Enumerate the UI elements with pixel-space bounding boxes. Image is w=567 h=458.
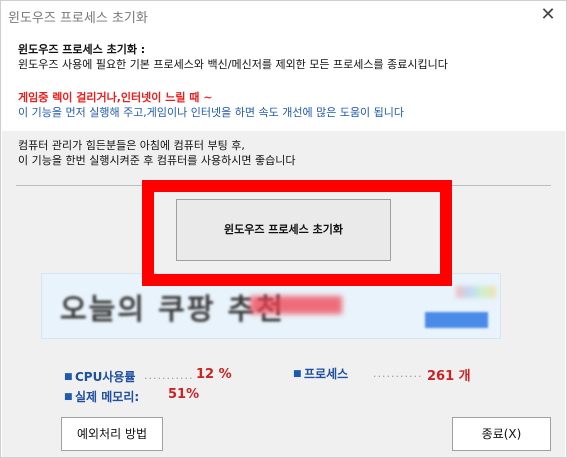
banner-decoration	[456, 286, 496, 298]
cpu-bullet-icon: ■	[64, 372, 73, 382]
cpu-leader-dots: ...........	[144, 369, 194, 382]
cpu-usage-label: CPU사용률	[75, 370, 136, 384]
process-count-value: 261 개	[427, 369, 471, 384]
advice-text: 이 기능을 먼저 실행해 주고,게임이나 인터넷을 하면 속도 개선에 많은 도…	[18, 106, 405, 119]
window-title: 윈도우즈 프로세스 초기화	[8, 11, 148, 26]
title-bar: 윈도우즈 프로세스 초기화 ✕	[1, 1, 566, 31]
exit-button[interactable]: 종료(X)	[452, 417, 551, 451]
close-icon[interactable]: ✕	[538, 5, 558, 25]
memory-bullet-icon: ■	[64, 392, 73, 402]
memory-usage-value: 51%	[168, 387, 200, 402]
process-count-label: 프로세스	[304, 367, 349, 381]
intro-description: 윈도우즈 사용에 필요한 기본 프로세스와 백신/메신저를 제외한 모든 프로세…	[18, 58, 448, 71]
cpu-usage-value: 12 %	[196, 367, 232, 382]
process-reset-window: 윈도우즈 프로세스 초기화 ✕ 윈도우즈 프로세스 초기화 : 윈도우즈 사용에…	[0, 0, 567, 458]
banner-highlight	[250, 296, 342, 314]
memory-usage-label: 실제 메모리:	[75, 390, 140, 404]
warning-text: 게임중 렉이 걸리거나,인터넷이 느릴 때 ~	[18, 91, 213, 104]
banner-button	[425, 312, 488, 328]
reset-processes-button[interactable]: 윈도우즈 프로세스 초기화	[176, 199, 391, 261]
process-leader-dots: ...........	[373, 367, 423, 380]
intro-heading: 윈도우즈 프로세스 초기화 :	[18, 43, 146, 56]
process-bullet-icon: ■	[293, 369, 302, 379]
tip-line-2: 이 기능을 한번 실행시켜준 후 컴퓨터를 사용하시면 좋습니다	[18, 154, 296, 167]
exception-method-button[interactable]: 예외처리 방법	[61, 417, 163, 451]
tip-line-1: 컴퓨터 관리가 힘든분들은 아침에 컴퓨터 부팅 후,	[18, 139, 245, 152]
